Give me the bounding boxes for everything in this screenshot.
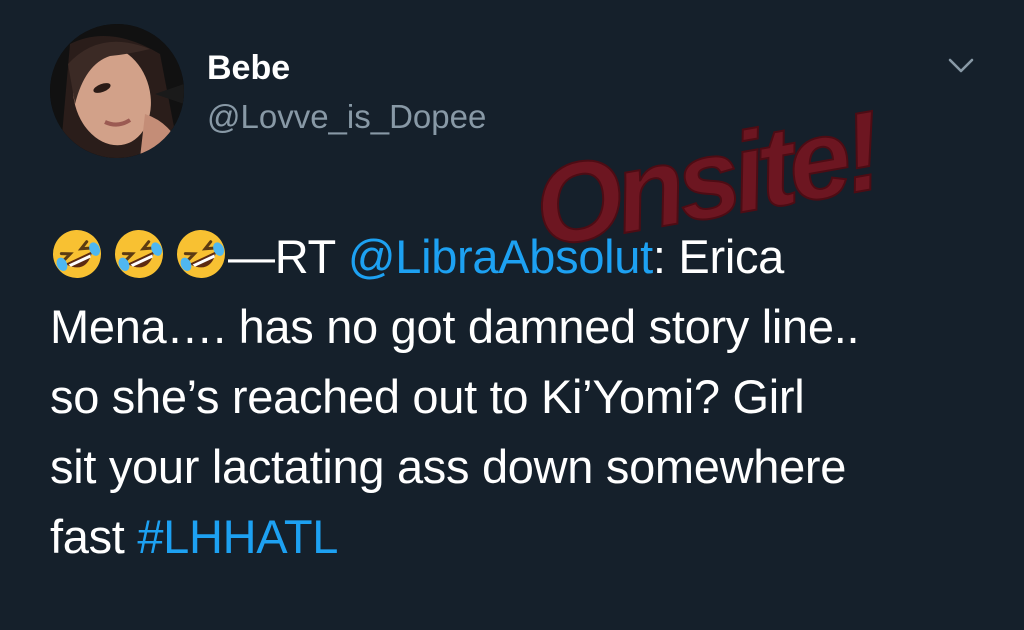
- avatar-image: [50, 24, 184, 158]
- tweet-line-1: —RT @LibraAbsolut: Erica: [50, 222, 990, 292]
- tweet-line-3: so she’s reached out to Ki’Yomi? Girl: [50, 370, 805, 423]
- author-display-name[interactable]: Bebe: [207, 48, 290, 88]
- tweet-card: Bebe @Lovve_is_Dopee Onsite! —RT @LibraA…: [0, 0, 1024, 630]
- avatar[interactable]: [50, 24, 184, 158]
- rolling-on-floor-laughing-emoji: [53, 230, 101, 278]
- rolling-on-floor-laughing-emoji: [115, 230, 163, 278]
- rt-suffix: : Erica: [652, 230, 785, 283]
- mention-link[interactable]: @LibraAbsolut: [348, 230, 653, 283]
- tweet-line-4: sit your lactating ass down somewhere: [50, 440, 847, 493]
- rolling-on-floor-laughing-emoji: [177, 230, 225, 278]
- chevron-down-icon[interactable]: [944, 52, 978, 78]
- rt-prefix: —RT: [228, 230, 348, 283]
- tweet-line-5: fast #LHHATL: [50, 502, 990, 572]
- tweet-text: —RT @LibraAbsolut: Erica Mena…. has no g…: [50, 222, 990, 572]
- tweet-line-2: Mena…. has no got damned story line..: [50, 300, 860, 353]
- author-handle[interactable]: @Lovve_is_Dopee: [207, 97, 486, 137]
- hashtag-link[interactable]: #LHHATL: [137, 510, 338, 563]
- tweet-line-5-text: fast: [50, 510, 138, 563]
